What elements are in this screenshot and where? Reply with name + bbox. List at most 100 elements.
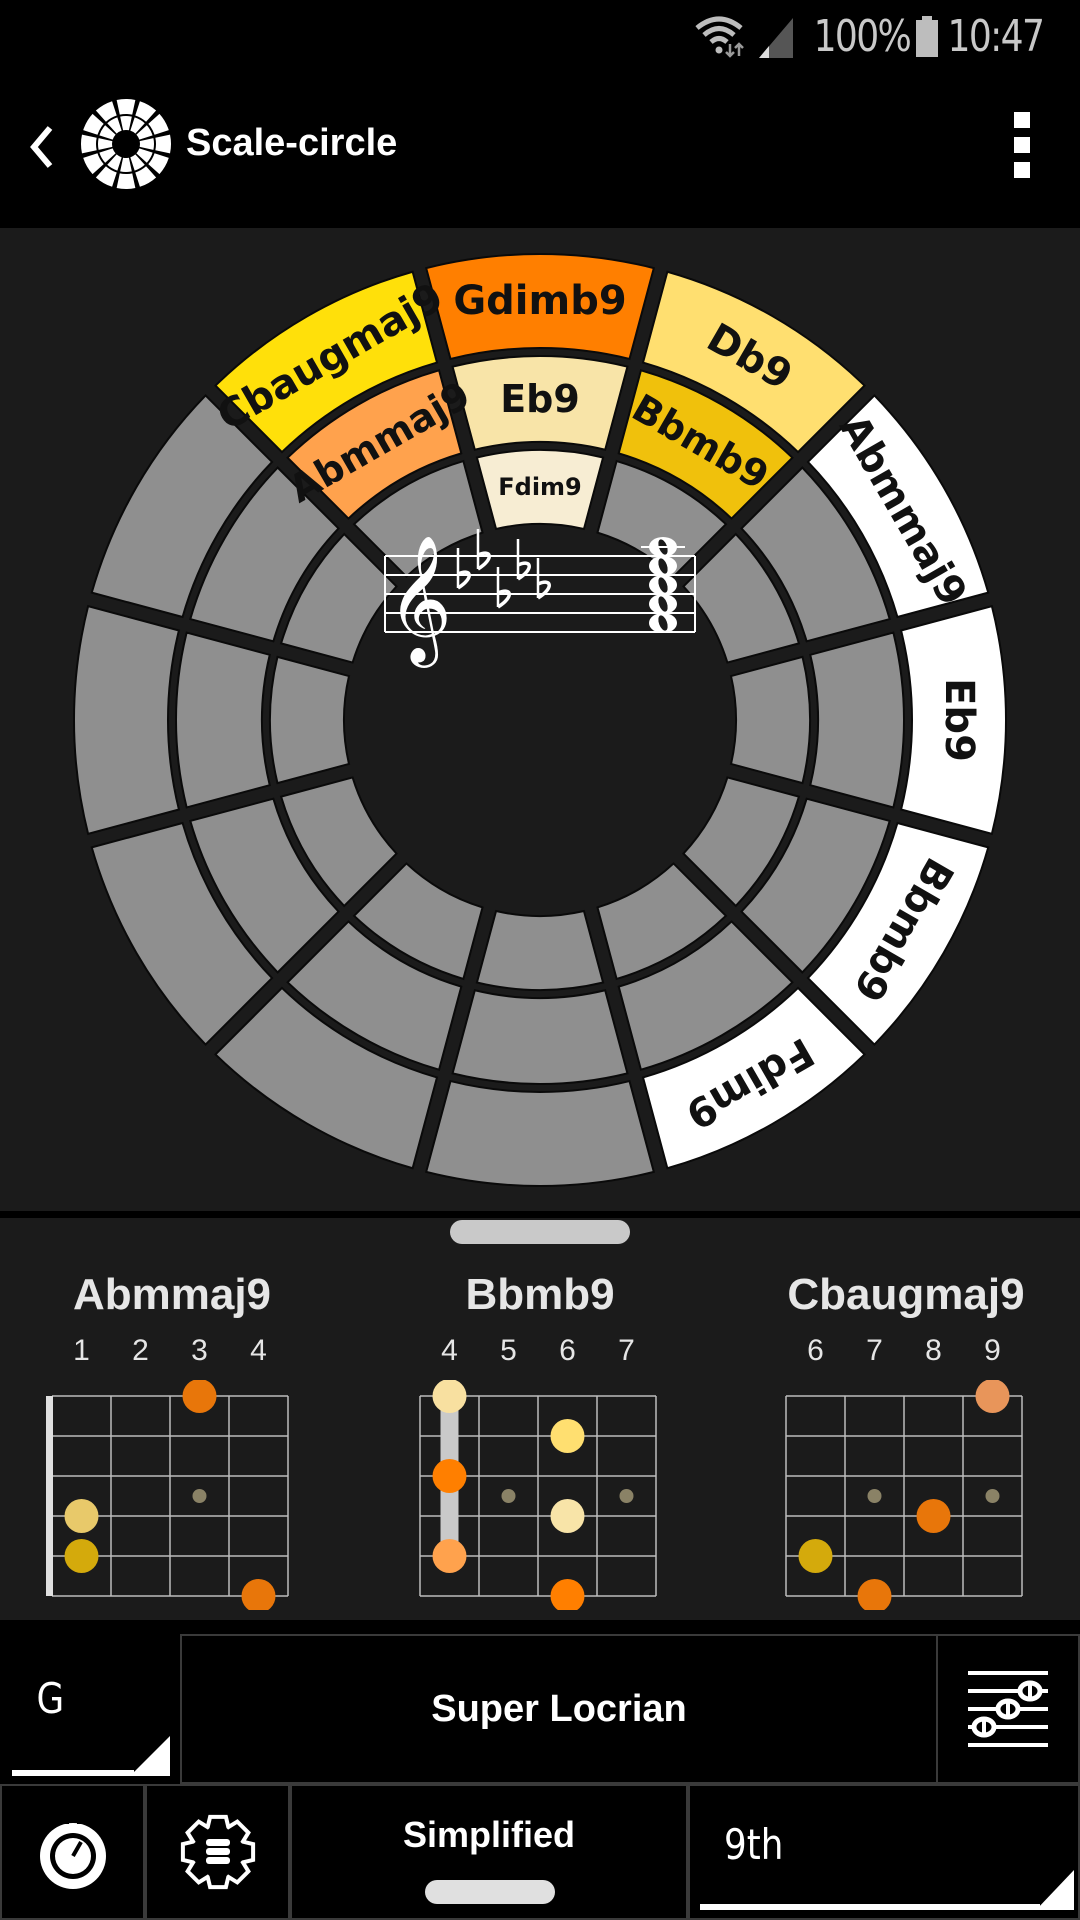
key-value: G — [36, 1674, 65, 1723]
fret-number: 3 — [191, 1334, 208, 1367]
circle-segment-outer-empty[interactable] — [424, 1079, 656, 1187]
chord-name: Cbaugmaj9 — [787, 1270, 1025, 1319]
metronome-icon — [39, 1814, 106, 1889]
bottom-controls: G Super Locrian Simplified 9th — [0, 1620, 1080, 1920]
scale-circle[interactable]: Gdimb9Db9Abmmaj9Eb9Bbmb9Fdim9Cbaugmaj9 Eb… — [0, 228, 1080, 1212]
circle-segment-middle-empty[interactable] — [174, 631, 271, 809]
scale-circle-panel: Gdimb9 Db9 Abmmaj9 Eb9 Bbmb9 Fdim9 Cbaugmaj9 Eb… — [0, 228, 1080, 1212]
fret-number: 5 — [500, 1334, 517, 1367]
flat-icon — [516, 539, 531, 581]
fret-inlay — [985, 1489, 1000, 1503]
finger-dot — [241, 1579, 276, 1610]
circle-segment-middle-empty[interactable] — [451, 989, 629, 1086]
overflow-menu-icon — [1014, 112, 1030, 128]
segment-label: Fdim9 — [498, 473, 582, 501]
staff-notation-icon — [968, 1671, 1048, 1747]
clock: 10:47 — [947, 10, 1045, 62]
app-title: Scale-circle — [186, 122, 398, 164]
settings-gear-icon — [180, 1814, 255, 1890]
mode-label: Simplified — [402, 1814, 576, 1855]
finger-dot — [550, 1499, 585, 1533]
whole-note-icon — [649, 556, 677, 576]
fret-number: 1 — [73, 1334, 90, 1367]
finger-dot — [916, 1499, 951, 1533]
battery-percent: 100% — [813, 10, 912, 62]
battery-icon — [916, 16, 939, 57]
wifi-icon — [695, 16, 745, 58]
fret-number: 4 — [441, 1334, 458, 1367]
flat-icon — [476, 529, 491, 571]
fret-number: 4 — [250, 1334, 267, 1367]
whole-note-icon — [649, 575, 677, 595]
fret-number: 8 — [925, 1334, 942, 1367]
scale-circle-logo-icon — [81, 99, 171, 189]
app-bar: Scale-circle — [0, 72, 1080, 228]
finger-dot — [550, 1419, 585, 1453]
extension-value: 9th — [724, 1820, 784, 1869]
extension-select[interactable]: 9th — [688, 1784, 1080, 1920]
metronome-button[interactable] — [0, 1784, 145, 1920]
scale-name: Super Locrian — [431, 1687, 687, 1730]
fretboard — [785, 1380, 1023, 1610]
circle-segment-inner-empty[interactable] — [475, 909, 605, 991]
fret-number: 6 — [807, 1334, 824, 1367]
whole-note-icon — [649, 594, 677, 614]
chord-name: Bbmb9 — [465, 1270, 615, 1319]
overflow-dot — [1014, 162, 1030, 178]
status-bar: 100% 10:47 — [0, 0, 1080, 72]
dropdown-corner-icon — [1036, 1870, 1074, 1910]
circle-segment-outer-empty[interactable] — [73, 604, 181, 836]
fret-number: 2 — [132, 1334, 149, 1367]
circle-segment-middle-empty[interactable] — [809, 631, 906, 809]
drag-handle[interactable] — [450, 1220, 630, 1244]
fret-inlay — [619, 1489, 634, 1503]
fret-inlay — [192, 1489, 207, 1503]
circle-segment-inner-empty[interactable] — [269, 655, 351, 785]
key-select[interactable]: G — [0, 1634, 180, 1784]
finger-dot — [182, 1380, 217, 1413]
fretboard — [419, 1380, 657, 1610]
overflow-menu-button[interactable] — [1010, 112, 1034, 178]
circle-segment-inner-empty[interactable] — [729, 655, 811, 785]
finger-dot — [798, 1539, 833, 1573]
finger-dot — [64, 1499, 99, 1533]
chevron-left-icon — [30, 126, 53, 168]
fret-inlay — [867, 1489, 882, 1503]
settings-button[interactable] — [145, 1784, 290, 1920]
notation-button[interactable] — [936, 1634, 1080, 1784]
mode-toggle-pill[interactable] — [425, 1880, 555, 1904]
segment-label: Eb9 — [500, 377, 580, 421]
segment-label: Eb9 — [936, 678, 982, 762]
fret-number: 6 — [559, 1334, 576, 1367]
dropdown-corner-icon — [130, 1736, 170, 1776]
treble-clef-icon: 𝄞 — [387, 534, 452, 668]
finger-dot — [550, 1579, 585, 1610]
whole-note-icon — [649, 613, 677, 633]
finger-dot — [64, 1539, 99, 1573]
chord-diagram[interactable]: Bbmb9 4 5 6 7 — [390, 1270, 690, 1610]
finger-dot — [432, 1380, 467, 1413]
flat-icon — [496, 567, 511, 609]
chord-diagram[interactable]: Abmmaj9 1 2 3 4 — [22, 1270, 322, 1610]
overflow-dot — [1014, 137, 1030, 153]
dropdown-underline — [12, 1770, 134, 1776]
finger-dot — [432, 1539, 467, 1573]
status-icons: 100% 10:47 — [693, 10, 1054, 62]
mode-toggle[interactable]: Simplified — [290, 1784, 688, 1920]
fretboard — [46, 1380, 289, 1610]
finger-dot — [975, 1380, 1010, 1413]
chord-diagram[interactable]: Cbaugmaj9 6 7 8 9 — [756, 1270, 1056, 1610]
segment-label: Gdimb9 — [453, 278, 626, 324]
flat-icon — [536, 558, 551, 600]
back-button[interactable] — [22, 112, 62, 182]
fret-inlay — [501, 1489, 516, 1503]
panel-divider — [0, 1211, 1080, 1218]
fret-number: 7 — [866, 1334, 883, 1367]
dropdown-underline — [700, 1904, 1040, 1910]
signal-icon — [759, 18, 794, 58]
scale-select-button[interactable]: Super Locrian — [180, 1634, 938, 1784]
nut — [46, 1396, 53, 1596]
chord-name: Abmmaj9 — [72, 1270, 272, 1319]
fret-number: 9 — [984, 1334, 1001, 1367]
finger-dot — [432, 1459, 467, 1493]
